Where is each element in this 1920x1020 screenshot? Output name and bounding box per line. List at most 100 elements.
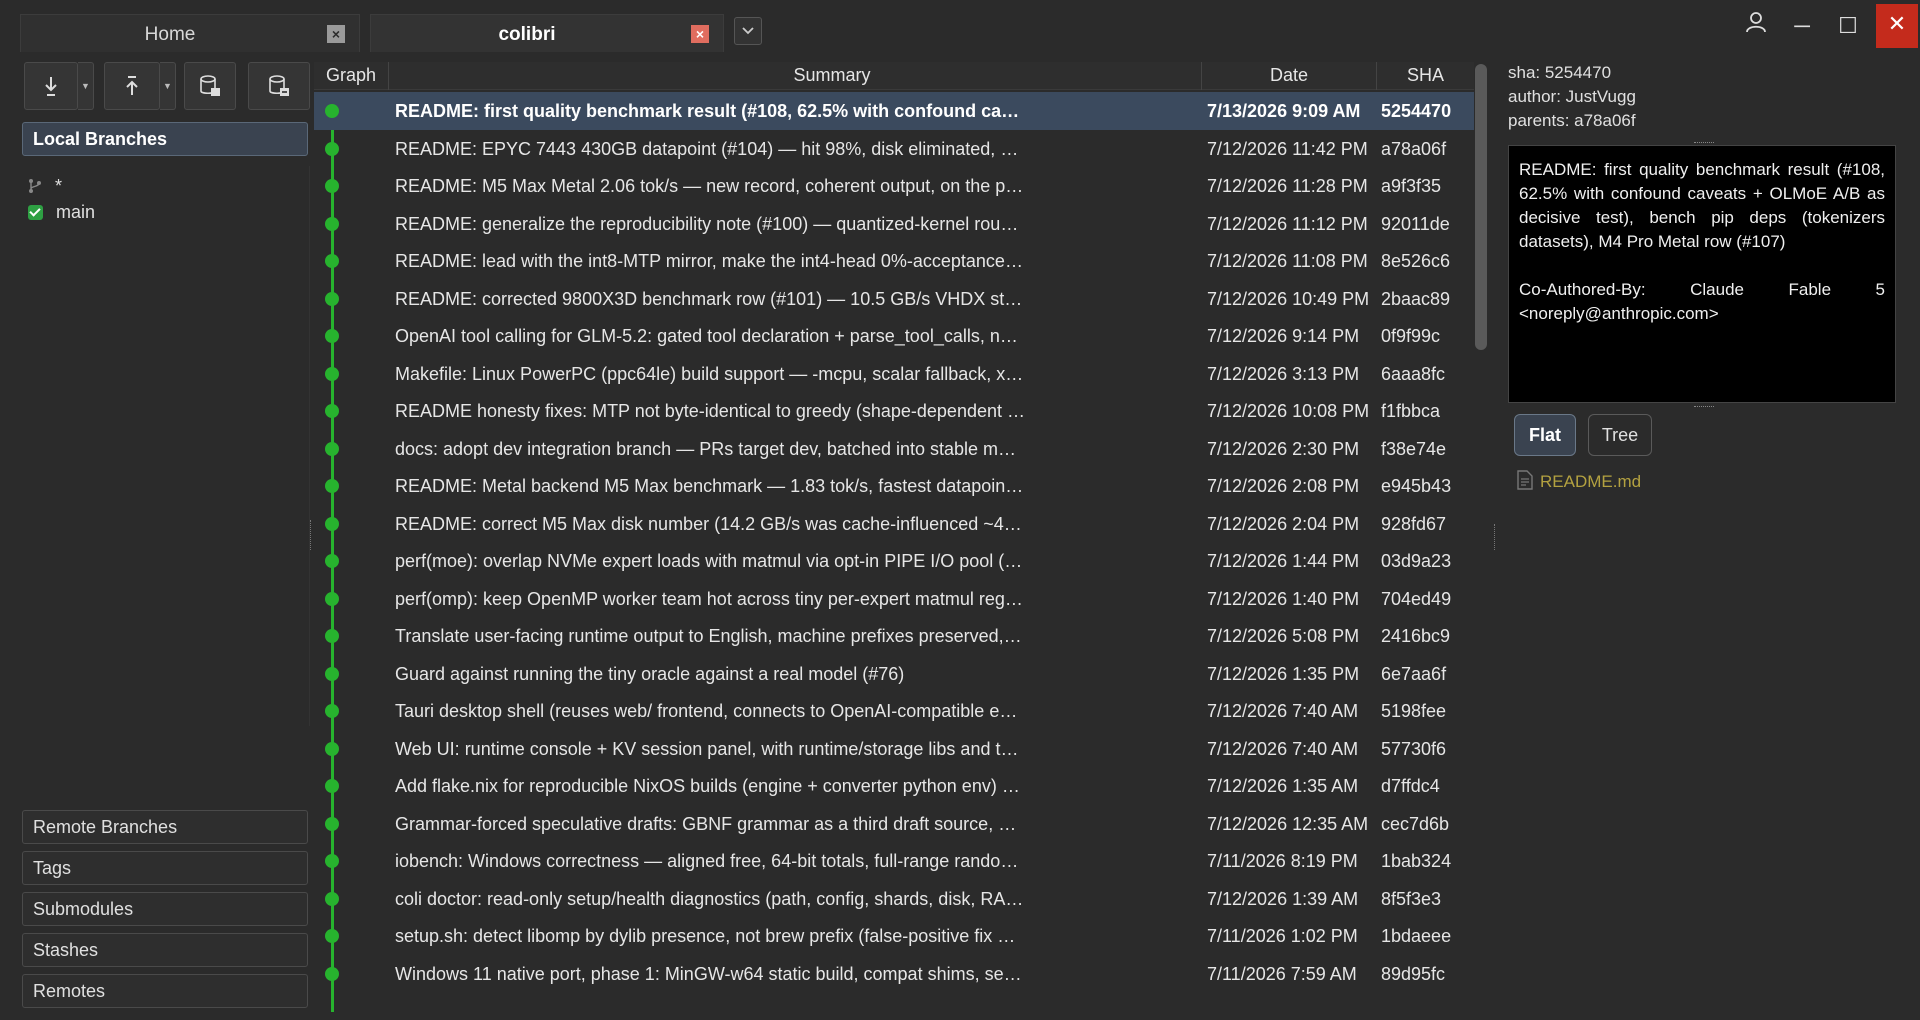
commit-row[interactable]: README: M5 Max Metal 2.06 tok/s — new re… <box>314 167 1474 205</box>
column-header-summary[interactable]: Summary <box>389 65 1275 86</box>
commit-date: 7/12/2026 10:49 PM <box>1207 288 1370 309</box>
commit-rows: README: first quality benchmark result (… <box>314 92 1474 1012</box>
files-splitter-handle[interactable] <box>1694 406 1714 407</box>
commit-row[interactable]: perf(omp): keep OpenMP worker team hot a… <box>314 580 1474 618</box>
tab-home[interactable]: Home × <box>20 14 360 52</box>
commit-node-icon <box>325 291 339 306</box>
commit-node-icon <box>325 216 339 231</box>
commit-row[interactable]: Tauri desktop shell (reuses web/ fronten… <box>314 692 1474 730</box>
commit-row[interactable]: docs: adopt dev integration branch — PRs… <box>314 430 1474 468</box>
commit-summary: Web UI: runtime console + KV session pan… <box>395 738 1025 759</box>
close-icon[interactable]: × <box>691 25 709 43</box>
commit-summary: README: first quality benchmark result (… <box>395 101 1025 121</box>
commit-node-icon <box>325 179 339 193</box>
column-header-date[interactable]: Date <box>1202 65 1376 86</box>
commit-row[interactable]: README: generalize the reproducibility n… <box>314 205 1474 243</box>
submodules-section[interactable]: Submodules <box>22 892 308 926</box>
branch-label: * <box>55 176 63 196</box>
commit-row[interactable]: coli doctor: read-only setup/health diag… <box>314 880 1474 918</box>
remote-branches-section[interactable]: Remote Branches <box>22 810 308 844</box>
commit-row[interactable]: Makefile: Linux PowerPC (ppc64le) build … <box>314 355 1474 393</box>
commit-list-scrollbar[interactable] <box>1474 62 1488 1012</box>
changed-file-item[interactable]: README.md <box>1516 470 1641 492</box>
remotes-section[interactable]: Remotes <box>22 974 308 1008</box>
commit-sha: sha: 5254470 <box>1508 63 1612 82</box>
branch-item-all[interactable]: * <box>28 176 62 197</box>
pop-stash-button[interactable] <box>248 62 310 110</box>
push-button[interactable] <box>104 62 160 110</box>
pull-options-dropdown[interactable]: ▼ <box>78 62 94 110</box>
commit-row[interactable]: README: corrected 9800X3D benchmark row … <box>314 280 1474 318</box>
commit-date: 7/12/2026 7:40 AM <box>1207 701 1359 721</box>
commit-date: 7/12/2026 1:35 PM <box>1207 663 1360 684</box>
tree-view-button[interactable]: Tree <box>1588 414 1652 456</box>
commit-node-icon <box>325 779 339 793</box>
commit-row[interactable]: OpenAI tool calling for GLM-5.2: gated t… <box>314 317 1474 355</box>
commit-row[interactable]: Grammar-forced speculative drafts: GBNF … <box>314 805 1474 843</box>
account-button[interactable] <box>1736 6 1776 46</box>
commit-node-icon <box>325 441 339 456</box>
flat-view-button[interactable]: Flat <box>1514 414 1576 456</box>
push-icon <box>126 76 138 95</box>
commit-date: 7/12/2026 11:28 PM <box>1207 176 1368 196</box>
column-header-graph[interactable]: Graph <box>314 65 388 86</box>
commit-summary: Translate user-facing runtime output to … <box>395 626 1025 646</box>
commit-row[interactable]: Web UI: runtime console + KV session pan… <box>314 730 1474 768</box>
commit-sha: cec7d6b <box>1381 813 1450 834</box>
commit-date: 7/12/2026 3:13 PM <box>1207 363 1360 384</box>
column-header-sha[interactable]: SHA <box>1377 65 1474 86</box>
commit-node-icon <box>325 104 339 118</box>
commit-author: author: JustVugg <box>1508 87 1636 106</box>
commit-date: 7/11/2026 1:02 PM <box>1207 926 1358 946</box>
commit-sha: 8e526c6 <box>1381 251 1451 271</box>
right-splitter-handle[interactable] <box>1494 524 1497 550</box>
commit-node-icon <box>325 891 339 906</box>
branch-item-main[interactable]: main <box>28 202 95 223</box>
commit-row[interactable]: README: Metal backend M5 Max benchmark —… <box>314 467 1474 505</box>
pull-button[interactable] <box>24 62 78 110</box>
checked-checkbox-icon[interactable] <box>28 205 43 220</box>
chevron-down-icon <box>742 27 754 35</box>
tab-colibri[interactable]: colibri × <box>370 14 724 52</box>
commit-date: 7/13/2026 9:09 AM <box>1207 101 1361 121</box>
branch-icon <box>29 179 41 193</box>
left-panel: ▼ ▼ Local Branches * main Remote Branche… <box>20 62 310 1012</box>
commit-row[interactable]: Guard against running the tiny oracle ag… <box>314 655 1474 693</box>
commit-row[interactable]: README honesty fixes: MTP not byte-ident… <box>314 392 1474 430</box>
local-branches-header[interactable]: Local Branches <box>22 122 308 156</box>
commit-row[interactable]: README: EPYC 7443 430GB datapoint (#104)… <box>314 130 1474 168</box>
commit-sha: 5254470 <box>1381 101 1452 121</box>
minimize-button[interactable]: ─ <box>1782 6 1822 46</box>
commit-node-icon <box>325 516 339 531</box>
commit-row[interactable]: Translate user-facing runtime output to … <box>314 617 1474 655</box>
commit-sha: 89d95fc <box>1381 963 1446 984</box>
commit-row[interactable]: README: correct M5 Max disk number (14.2… <box>314 505 1474 543</box>
window-close-button[interactable]: ✕ <box>1876 4 1918 48</box>
commit-date: 7/11/2026 7:59 AM <box>1207 963 1357 984</box>
commit-sha: 8f5f3e3 <box>1381 888 1442 909</box>
close-icon[interactable]: × <box>327 25 345 43</box>
details-splitter-handle[interactable] <box>1694 142 1714 143</box>
tab-list-dropdown[interactable] <box>734 17 762 45</box>
commit-list: Graph Summary Date SHA README: first qua… <box>314 62 1474 1012</box>
stash-button[interactable] <box>184 62 236 110</box>
commit-row[interactable]: README: lead with the int8-MTP mirror, m… <box>314 242 1474 280</box>
commit-row[interactable]: Windows 11 native port, phase 1: MinGW-w… <box>314 955 1474 993</box>
commit-row[interactable]: perf(moe): overlap NVMe expert loads wit… <box>314 542 1474 580</box>
commit-row[interactable]: iobench: Windows correctness — aligned f… <box>314 842 1474 880</box>
push-options-dropdown[interactable]: ▼ <box>160 62 176 110</box>
left-splitter-handle[interactable] <box>310 520 313 550</box>
commit-sha: 1bdaeee <box>1381 926 1452 946</box>
commit-summary: perf(moe): overlap NVMe expert loads wit… <box>395 551 1025 571</box>
commit-node-icon <box>325 554 339 568</box>
commit-row[interactable]: setup.sh: detect libomp by dylib presenc… <box>314 917 1474 955</box>
commit-date: 7/12/2026 1:40 PM <box>1207 588 1360 609</box>
commit-row[interactable]: Add flake.nix for reproducible NixOS bui… <box>314 767 1474 805</box>
commit-date: 7/12/2026 12:35 AM <box>1207 813 1369 834</box>
scrollbar-thumb[interactable] <box>1475 64 1487 350</box>
commit-summary: README: EPYC 7443 430GB datapoint (#104)… <box>395 138 1025 159</box>
maximize-button[interactable]: ☐ <box>1828 6 1868 46</box>
tags-section[interactable]: Tags <box>22 851 308 885</box>
commit-row[interactable]: README: first quality benchmark result (… <box>314 92 1474 130</box>
stashes-section[interactable]: Stashes <box>22 933 308 967</box>
